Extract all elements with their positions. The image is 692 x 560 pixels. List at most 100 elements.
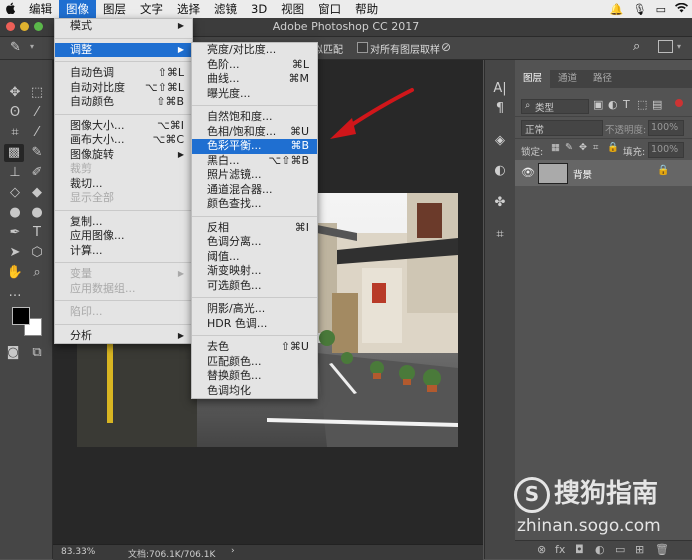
text-tool-icon[interactable]: T (28, 224, 46, 242)
adjust-menu-item[interactable]: 可选颜色... (192, 279, 317, 294)
paragraph-panel-icon[interactable]: ¶ (491, 100, 509, 118)
pressure-icon[interactable]: ⊘ (441, 40, 451, 54)
image-menu-item[interactable]: 自动色调 ⇧⌘L (55, 66, 192, 81)
adjustments-icon[interactable]: ◐ (491, 162, 509, 180)
path-select-icon[interactable]: ➤ (6, 244, 24, 262)
menu-edit[interactable]: 编辑 (22, 0, 59, 18)
link-layers-icon[interactable]: ⊗ (537, 543, 546, 556)
screen-mode-icon[interactable]: ⧉ (28, 344, 46, 362)
healing-brush-icon[interactable]: ✎ (10, 40, 21, 55)
menu-3d[interactable]: 3D (244, 0, 274, 18)
image-menu-item[interactable]: 分析 ▶ (55, 329, 192, 344)
menu-layer[interactable]: 图层 (96, 0, 133, 18)
new-group-icon[interactable]: ▭ (615, 543, 625, 556)
tool-preset-chevron-icon[interactable]: ▾ (30, 42, 34, 51)
image-menu-item[interactable]: 复制... (55, 215, 192, 230)
adjust-menu-item[interactable]: 去色 ⇧⌘U (192, 340, 317, 355)
lock-position-icon[interactable]: ✥ (579, 142, 587, 153)
adjust-menu-item[interactable]: 曝光度... (192, 87, 317, 102)
delete-layer-icon[interactable]: 🗑 (655, 543, 669, 556)
fx-icon[interactable]: fx (555, 543, 565, 556)
lock-all-icon[interactable]: 🔒 (607, 142, 619, 153)
eraser-tool-icon[interactable]: ◇ (6, 184, 24, 202)
more-tools-icon[interactable]: … (6, 284, 24, 302)
marquee-tool-icon[interactable]: ⬚ (28, 84, 46, 102)
image-menu-item[interactable]: 图像旋转 ▶ (55, 148, 192, 163)
adjust-menu-item[interactable]: 匹配颜色... (192, 355, 317, 370)
notification-icon[interactable]: 🔔 (610, 3, 624, 16)
adjust-menu-item[interactable]: 色相/饱和度... ⌘U (192, 125, 317, 140)
adjust-menu-item[interactable]: 阈值... (192, 250, 317, 265)
adjust-menu-item[interactable]: 色彩平衡... ⌘B (192, 139, 317, 154)
image-menu-item[interactable]: 调整 ▶ (55, 42, 192, 57)
move-tool-icon[interactable]: ✥ (6, 84, 24, 102)
layers-stack-icon[interactable]: ◈ (491, 132, 509, 150)
stamp-tool-icon[interactable]: ⊥ (6, 164, 24, 182)
adjust-menu-item[interactable]: 色调分离... (192, 235, 317, 250)
adjust-menu-item[interactable]: 通道混合器... (192, 183, 317, 198)
add-mask-icon[interactable]: ◘ (575, 543, 584, 556)
image-menu-item[interactable]: 模式 ▶ (55, 19, 192, 34)
image-menu-item[interactable]: 自动颜色 ⇧⌘B (55, 95, 192, 110)
adjust-menu-item[interactable]: HDR 色调... (192, 317, 317, 332)
adjust-menu-item[interactable]: 替换颜色... (192, 369, 317, 384)
search-icon[interactable]: ⌕ (633, 39, 640, 54)
lock-artboard-icon[interactable]: ⌗ (593, 142, 598, 153)
shape-tool-icon[interactable]: ⬡ (28, 244, 46, 262)
healing-tool-icon[interactable]: ▩ (4, 144, 24, 162)
crop-panel-icon[interactable]: ⌗ (491, 226, 509, 244)
menu-view[interactable]: 视图 (274, 0, 311, 18)
lock-paint-icon[interactable]: ✎ (565, 142, 573, 153)
status-chevron-icon[interactable]: › (231, 546, 235, 556)
menu-filter[interactable]: 滤镜 (207, 0, 244, 18)
adjust-menu-item[interactable]: 反相 ⌘I (192, 221, 317, 236)
filter-text-icon[interactable]: T (623, 98, 630, 111)
adjust-menu-item[interactable]: 亮度/对比度... (192, 43, 317, 58)
adjust-menu-item[interactable]: 黑白... ⌥⇧⌘B (192, 154, 317, 169)
new-layer-icon[interactable]: ⊞ (635, 543, 644, 556)
menu-type[interactable]: 文字 (133, 0, 170, 18)
wifi-icon[interactable] (675, 2, 688, 16)
layer-filter-select[interactable] (521, 99, 589, 114)
adjust-menu-item[interactable]: 渐变映射... (192, 264, 317, 279)
image-menu-item[interactable]: 应用图像... (55, 229, 192, 244)
lock-pixels-icon[interactable]: ▦ (551, 142, 560, 153)
dodge-tool-icon[interactable]: ● (28, 204, 46, 222)
adjust-menu-item[interactable]: 色调均化 (192, 384, 317, 399)
apple-menu-icon[interactable] (0, 2, 22, 17)
quick-select-icon[interactable]: ⁄ (28, 104, 46, 122)
quick-mask-icon[interactable]: ◙ (4, 344, 22, 362)
image-menu-item[interactable]: 计算... (55, 244, 192, 259)
image-menu-item[interactable]: 画布大小... ⌥⌘C (55, 133, 192, 148)
bucket-tool-icon[interactable]: ◆ (28, 184, 46, 202)
tab-channels[interactable]: 通道 (550, 70, 585, 88)
filter-pixel-icon[interactable]: ▣ (593, 98, 603, 111)
image-menu-item[interactable]: 图像大小... ⌥⌘I (55, 119, 192, 134)
adjust-menu-item[interactable]: 颜色查找... (192, 197, 317, 212)
menu-help[interactable]: 帮助 (348, 0, 385, 18)
adjust-menu-item[interactable]: 阴影/高光... (192, 302, 317, 317)
image-menu-item[interactable]: 裁切... (55, 177, 192, 192)
tab-paths[interactable]: 路径 (585, 70, 620, 88)
adjust-menu-item[interactable]: 自然饱和度... (192, 110, 317, 125)
workspace-icon[interactable] (658, 40, 673, 53)
visibility-eye-icon[interactable]: 👁 (521, 166, 535, 179)
history-brush-icon[interactable]: ✐ (28, 164, 46, 182)
siri-icon[interactable]: 🎙 (633, 3, 647, 16)
zoom-tool-icon[interactable]: ⌕ (28, 264, 46, 282)
image-menu-item[interactable]: 自动对比度 ⌥⇧⌘L (55, 81, 192, 96)
eyedropper-icon[interactable]: ⁄ (28, 124, 46, 142)
blur-tool-icon[interactable]: ● (6, 204, 24, 222)
menu-select[interactable]: 选择 (170, 0, 207, 18)
adjust-menu-item[interactable]: 色阶... ⌘L (192, 58, 317, 73)
brush-tool-icon[interactable]: ✎ (28, 144, 46, 162)
crop-tool-icon[interactable]: ⌗ (6, 124, 24, 142)
adjust-menu-item[interactable]: 照片滤镜... (192, 168, 317, 183)
menu-image[interactable]: 图像 (59, 0, 96, 18)
new-adjustment-icon[interactable]: ◐ (595, 543, 605, 556)
tab-layers[interactable]: 图层 (515, 70, 551, 88)
foreground-color-top[interactable] (12, 307, 30, 325)
filter-toggle[interactable] (675, 99, 683, 107)
styles-icon[interactable]: ✤ (491, 194, 509, 212)
lasso-tool-icon[interactable]: ʘ (6, 104, 24, 122)
